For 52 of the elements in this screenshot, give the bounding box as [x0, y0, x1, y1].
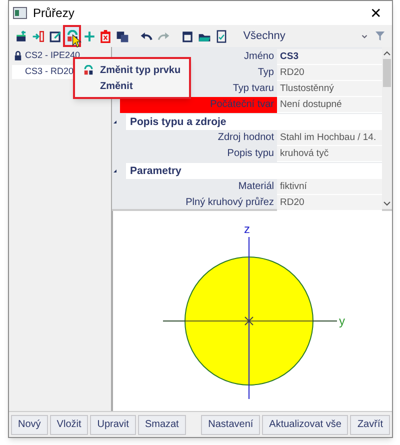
edit-icon: [48, 30, 62, 42]
property-label: Materiál: [238, 180, 274, 194]
axis-label: z: [244, 222, 250, 236]
axis-label: y: [339, 314, 345, 328]
collapse-icon[interactable]: [112, 168, 118, 174]
scrollbar[interactable]: [382, 47, 392, 209]
property-label: Zdroj hodnot: [218, 131, 274, 145]
property-label: Počáteční tvar: [210, 98, 274, 112]
add-row-icon: [15, 30, 28, 42]
property-label: Popis typu: [227, 147, 274, 161]
dialog-button[interactable]: Nastavení: [201, 414, 260, 434]
centroid-icon: [244, 316, 254, 326]
dialog-button[interactable]: Vložit: [50, 414, 88, 434]
undo-icon: [140, 30, 154, 42]
window-icon: [13, 7, 27, 19]
property-value[interactable]: kruhová tyč: [277, 146, 382, 162]
dialog-button[interactable]: Upravit: [90, 414, 136, 434]
dialog-button[interactable]: Nový: [11, 414, 48, 434]
property-value[interactable]: Stahl im Hochbau / 14.: [277, 130, 382, 146]
toolbar-button[interactable]: [214, 27, 228, 45]
scroll-thumb[interactable]: [383, 59, 391, 87]
dialog-button[interactable]: Zavřít: [350, 414, 390, 434]
property-label: Jméno: [244, 50, 274, 64]
scroll-up-icon[interactable]: [383, 49, 391, 57]
property-value[interactable]: RD20: [277, 195, 382, 211]
property-label: Typ tvaru: [232, 82, 274, 96]
menu-item[interactable]: Změnit: [83, 79, 181, 93]
redo-icon: [157, 30, 170, 42]
filter-dropdown[interactable]: Všechny: [241, 27, 372, 45]
property-value[interactable]: RD20: [277, 65, 382, 81]
delete-icon: [99, 30, 112, 42]
collapse-icon[interactable]: [112, 119, 118, 125]
window-title: Průřezy: [33, 5, 74, 22]
property-value[interactable]: Není dostupné: [277, 97, 382, 113]
property-label: Plný kruhový průřez: [186, 196, 274, 210]
property-label: Typ: [258, 66, 274, 80]
lock-icon: [13, 51, 23, 61]
cabinet-icon: [181, 30, 194, 42]
dialog-button[interactable]: Aktualizovat vše: [262, 414, 348, 434]
plus-icon: [82, 30, 96, 42]
property-value[interactable]: Tlustostěnný: [277, 81, 382, 97]
dialog-button[interactable]: Smazat: [138, 414, 186, 434]
property-value[interactable]: fiktivní: [277, 179, 382, 195]
insert-icon: [32, 30, 46, 42]
filter-icon[interactable]: [374, 29, 386, 43]
close-button[interactable]: ✕: [364, 2, 388, 24]
property-value[interactable]: CS3: [277, 49, 382, 65]
section-header[interactable]: Parametry: [126, 163, 382, 179]
checklist-icon: [214, 30, 228, 42]
copy-icon: [116, 30, 130, 42]
scroll-down-icon[interactable]: [383, 199, 391, 207]
section-header[interactable]: Popis typu a zdroje: [126, 114, 382, 130]
